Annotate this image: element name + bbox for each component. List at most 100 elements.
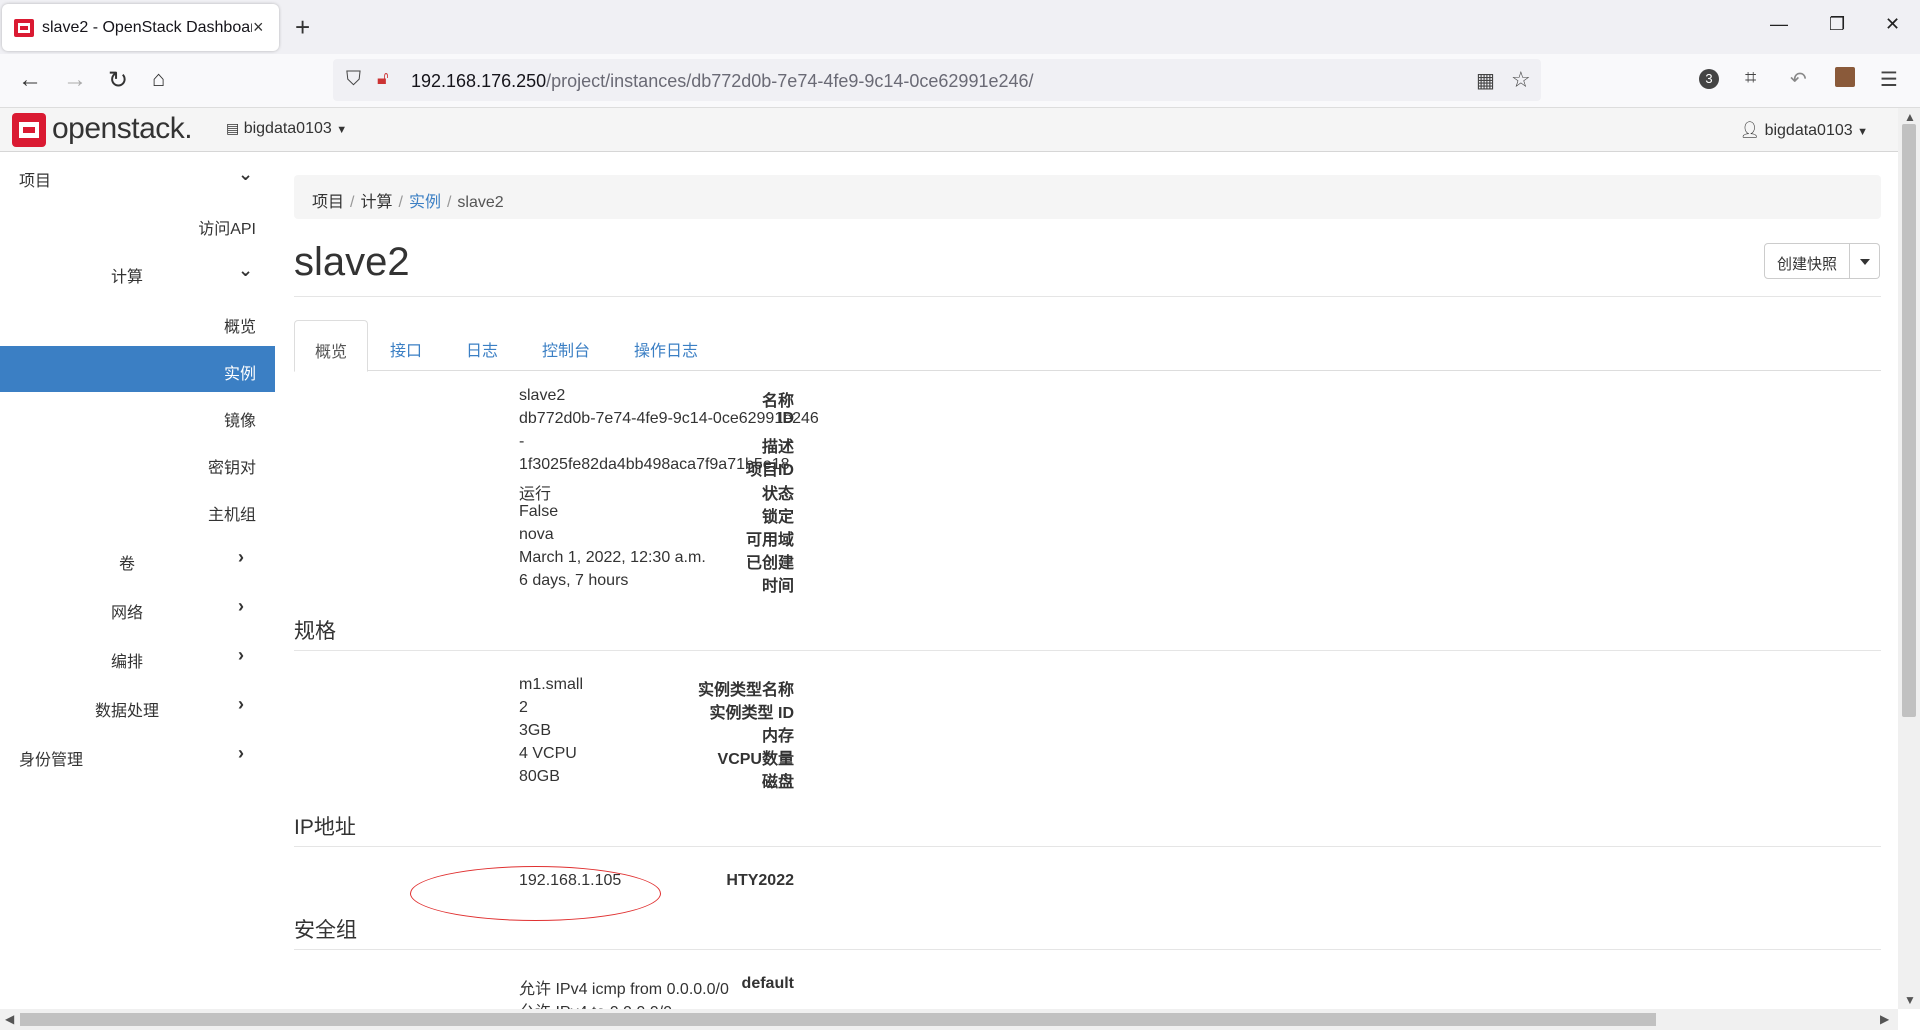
secgroup-rule: 允许 IPv4 icmp from 0.0.0.0/0 [519, 981, 729, 998]
secgroup-row: 允许 IPv4 to 0.0.0.0/0 [294, 998, 1194, 1009]
forward-icon[interactable]: → [63, 66, 87, 94]
window-close-icon[interactable]: ✕ [1885, 14, 1900, 35]
sidebar-item-label: 项目 [19, 173, 52, 190]
field-label: 描述 [761, 439, 794, 456]
sidebar-item-label: 实例 [223, 366, 256, 383]
project-icon: ▤ [226, 120, 240, 136]
sidebar-item-label: 身份管理 [19, 752, 84, 769]
chevron-right-icon: › [238, 743, 244, 763]
scroll-down-icon[interactable]: ▼ [1904, 993, 1916, 1007]
field-value: 6 days, 7 hours [519, 572, 629, 589]
section-divider [294, 650, 1881, 651]
sidebar-item-label: 计算 [111, 269, 144, 286]
undo-icon[interactable]: ↶ [1790, 67, 1807, 92]
reload-icon[interactable]: ↻ [108, 66, 128, 95]
chevron-down-icon: ⌄ [238, 164, 254, 184]
minimize-icon[interactable]: — [1770, 14, 1788, 35]
sidebar-item-data-processing[interactable]: 数据处理 › [0, 683, 275, 729]
breadcrumb-item-current: slave2 [457, 194, 504, 211]
sidebar-item-access-api[interactable]: 访问API [0, 201, 275, 247]
scroll-up-icon[interactable]: ▲ [1904, 110, 1916, 124]
scroll-right-icon[interactable]: ▶ [1880, 1012, 1889, 1026]
sidebar-item-images[interactable]: 镜像 [0, 393, 275, 439]
url-text[interactable]: 192.168.176.250/project/instances/db772d… [411, 71, 1034, 92]
extension-badge[interactable]: 3 [1699, 69, 1719, 89]
sidebar-item-label: 访问API [198, 221, 256, 238]
horizontal-scroll-thumb[interactable] [20, 1013, 1656, 1026]
openstack-favicon-icon [14, 19, 34, 37]
field-value: 3GB [519, 722, 552, 739]
overview-row-description: 描述 - [294, 433, 1194, 456]
sidebar-item-overview[interactable]: 概览 [0, 299, 275, 345]
sidebar-item-label: 卷 [119, 556, 136, 573]
field-value: March 1, 2022, 12:30 a.m. [519, 549, 706, 566]
openstack-logo-text[interactable]: openstack. [52, 112, 193, 146]
browser-toolbar: ← → ↻ ⌂ ⛉ 🔓︎ 192.168.176.250/project/ins… [0, 54, 1920, 108]
snapshot-button-group: 创建快照 [1764, 243, 1881, 279]
field-value: 1f3025fe82da4bb498aca7f9a71b5e18 [519, 456, 790, 473]
spec-row-ram: 内存 3GB [294, 722, 1194, 745]
field-value: 80GB [519, 768, 560, 785]
user-icon: 👤︎ [1739, 122, 1761, 139]
sidebar-item-network[interactable]: 网络 › [0, 585, 275, 631]
chevron-down-icon: ⌄ [238, 260, 254, 280]
tab-console[interactable]: 控制台 [522, 320, 610, 371]
project-selector[interactable]: ▤ bigdata0103 ▼ [226, 120, 347, 138]
browser-tab[interactable]: slave2 - OpenStack Dashboard × [2, 4, 279, 51]
sidebar-item-label: 主机组 [207, 507, 256, 524]
user-name: bigdata0103 [1764, 122, 1853, 139]
overview-row-locked: 锁定 False [294, 503, 1194, 526]
bookmark-star-icon[interactable]: ☆ [1511, 67, 1531, 93]
restore-icon[interactable]: ❐ [1829, 14, 1845, 35]
spec-row-vcpus: VCPU数量 4 VCPU [294, 745, 1194, 768]
tab-log[interactable]: 日志 [446, 320, 518, 371]
title-divider [294, 296, 1881, 297]
shield-icon[interactable]: ⛉ [346, 68, 361, 91]
create-snapshot-button[interactable]: 创建快照 [1764, 243, 1851, 279]
sidebar-item-volumes[interactable]: 卷 › [0, 536, 275, 582]
breadcrumb-item-instances[interactable]: 实例 [409, 194, 441, 211]
sidebar-item-identity[interactable]: 身份管理 › [0, 732, 275, 778]
caret-down-icon: ▼ [1857, 126, 1868, 138]
sidebar-item-keypairs[interactable]: 密钥对 [0, 440, 275, 486]
breadcrumb-item-project[interactable]: 项目 [312, 194, 344, 211]
breadcrumb-item-compute[interactable]: 计算 [360, 194, 392, 211]
field-value: 运行 [519, 486, 552, 503]
actions-dropdown-toggle[interactable] [1850, 243, 1881, 279]
tab-close-icon[interactable]: × [253, 17, 264, 38]
tab-action-log[interactable]: 操作日志 [614, 320, 718, 371]
menu-icon[interactable]: ☰ [1880, 67, 1898, 92]
url-bar[interactable]: ⛉ 🔓︎ 192.168.176.250/project/instances/d… [333, 59, 1541, 101]
sidebar-item-label: 概览 [223, 319, 256, 336]
tab-interfaces[interactable]: 接口 [370, 320, 442, 371]
chevron-right-icon: › [238, 547, 244, 567]
insecure-lock-icon[interactable]: 🔓︎ [377, 68, 389, 89]
tab-overview[interactable]: 概览 [294, 320, 369, 372]
vertical-scroll-thumb[interactable] [1902, 124, 1916, 717]
horizontal-scrollbar[interactable]: ◀ ▶ [0, 1009, 1898, 1030]
overview-row-id: ID db772d0b-7e74-4fe9-9c14-0ce62991e246 [294, 410, 1194, 433]
crop-icon[interactable]: ⌗ [1745, 67, 1756, 90]
section-divider [294, 949, 1881, 950]
sidebar-item-project[interactable]: 项目 ⌄ [0, 153, 275, 199]
sidebar-item-label: 网络 [111, 605, 144, 622]
secgroup-rule: 允许 IPv4 to 0.0.0.0/0 [519, 998, 672, 1009]
breadcrumb-separator: / [350, 194, 355, 211]
new-tab-button[interactable]: + [295, 12, 310, 43]
scroll-left-icon[interactable]: ◀ [5, 1012, 14, 1026]
openstack-logo-icon[interactable] [12, 113, 46, 147]
sidebar-item-orchestration[interactable]: 编排 › [0, 634, 275, 680]
vertical-scrollbar[interactable]: ▲ ▼ [1898, 108, 1920, 1009]
chevron-right-icon: › [238, 645, 244, 665]
breadcrumb-separator: / [446, 194, 452, 211]
spec-heading: 规格 [294, 620, 336, 643]
back-icon[interactable]: ← [18, 66, 42, 94]
spec-row-disk: 磁盘 80GB [294, 768, 1194, 791]
sidebar-item-instances[interactable]: 实例 [0, 346, 275, 392]
qr-code-icon[interactable]: ▦ [1476, 68, 1495, 93]
profile-avatar[interactable] [1835, 67, 1855, 87]
home-icon[interactable]: ⌂ [152, 66, 165, 92]
user-menu[interactable]: 👤︎ bigdata0103 ▼ [1740, 120, 1868, 140]
sidebar-item-compute[interactable]: 计算 ⌄ [0, 249, 275, 295]
sidebar-item-server-groups[interactable]: 主机组 [0, 487, 275, 533]
